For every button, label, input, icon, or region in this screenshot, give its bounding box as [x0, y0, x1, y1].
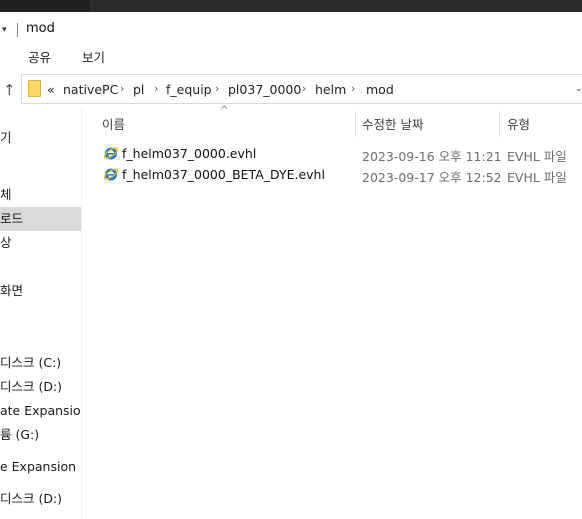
nav-item[interactable]: 기	[0, 126, 81, 150]
tab-share[interactable]: 공유	[28, 47, 51, 66]
breadcrumb-pl[interactable]: pl	[133, 82, 144, 97]
address-history-dropdown-icon[interactable]: ⌄	[575, 84, 582, 94]
column-divider[interactable]	[355, 111, 356, 137]
nav-item-drive-c[interactable]: 디스크 (C:)	[0, 351, 81, 375]
window-title: mod	[26, 21, 55, 36]
file-name[interactable]: f_helm037_0000.evhl	[122, 146, 256, 161]
sort-ascending-icon: ^	[220, 105, 229, 116]
pane-divider[interactable]	[81, 108, 82, 519]
file-date: 2023-09-16 오후 11:21	[362, 149, 502, 164]
nav-item-desktop[interactable]: 화면	[0, 279, 81, 303]
nav-item-expansion-drive[interactable]: e Expansion Dr	[0, 455, 81, 479]
column-header-date[interactable]: 수정한 날짜	[362, 114, 423, 133]
title-separator	[17, 23, 18, 37]
breadcrumb-f-equip[interactable]: f_equip	[166, 82, 212, 97]
breadcrumb-chevron-icon[interactable]: ›	[302, 82, 306, 95]
column-divider[interactable]	[499, 111, 500, 137]
file-type: EVHL 파일	[507, 149, 567, 164]
tab-view[interactable]: 보기	[82, 47, 105, 66]
nav-item-expansion-drive[interactable]: ate Expansion D	[0, 399, 81, 423]
breadcrumb-mod[interactable]: mod	[366, 82, 394, 97]
nav-item-selected[interactable]: 로드	[0, 207, 81, 231]
nav-item[interactable]: 상	[0, 231, 81, 255]
breadcrumb-chevron-icon[interactable]: ›	[154, 82, 158, 95]
taskbar-strip-accent	[0, 0, 90, 12]
up-arrow-icon[interactable]: ↑	[3, 81, 16, 99]
breadcrumb-chevron-icon[interactable]: ›	[120, 82, 124, 95]
navigation-pane[interactable]: 기 체 로드 상 화면 디스크 (C:) 디스크 (D:) ate Expans…	[0, 108, 81, 519]
breadcrumb-chevron-icon[interactable]: ›	[215, 82, 219, 95]
breadcrumb-pl037-0000[interactable]: pl037_0000	[228, 82, 301, 97]
file-type: EVHL 파일	[507, 170, 567, 185]
breadcrumb-chevron-icon[interactable]: ›	[351, 82, 355, 95]
nav-item-drive-g[interactable]: 륨 (G:)	[0, 423, 81, 447]
nav-item-drive-d[interactable]: 디스크 (D:)	[0, 375, 81, 399]
ie-file-icon	[103, 147, 119, 160]
quick-access-dropdown-icon[interactable]: ▾	[2, 25, 7, 35]
breadcrumb-overflow[interactable]: «	[47, 82, 55, 97]
ie-file-icon	[103, 168, 119, 181]
file-date: 2023-09-17 오후 12:52	[362, 170, 502, 185]
breadcrumb-helm[interactable]: helm	[315, 82, 346, 97]
nav-item-drive-d[interactable]: 디스크 (D:)	[0, 487, 81, 511]
breadcrumb-nativepc[interactable]: nativePC	[63, 82, 118, 97]
column-header-type[interactable]: 유형	[507, 114, 530, 133]
column-header-name[interactable]: 이름	[102, 114, 125, 133]
nav-item[interactable]: 체	[0, 183, 81, 207]
title-bar	[0, 12, 582, 46]
file-name[interactable]: f_helm037_0000_BETA_DYE.evhl	[122, 167, 325, 182]
folder-icon	[28, 80, 41, 97]
